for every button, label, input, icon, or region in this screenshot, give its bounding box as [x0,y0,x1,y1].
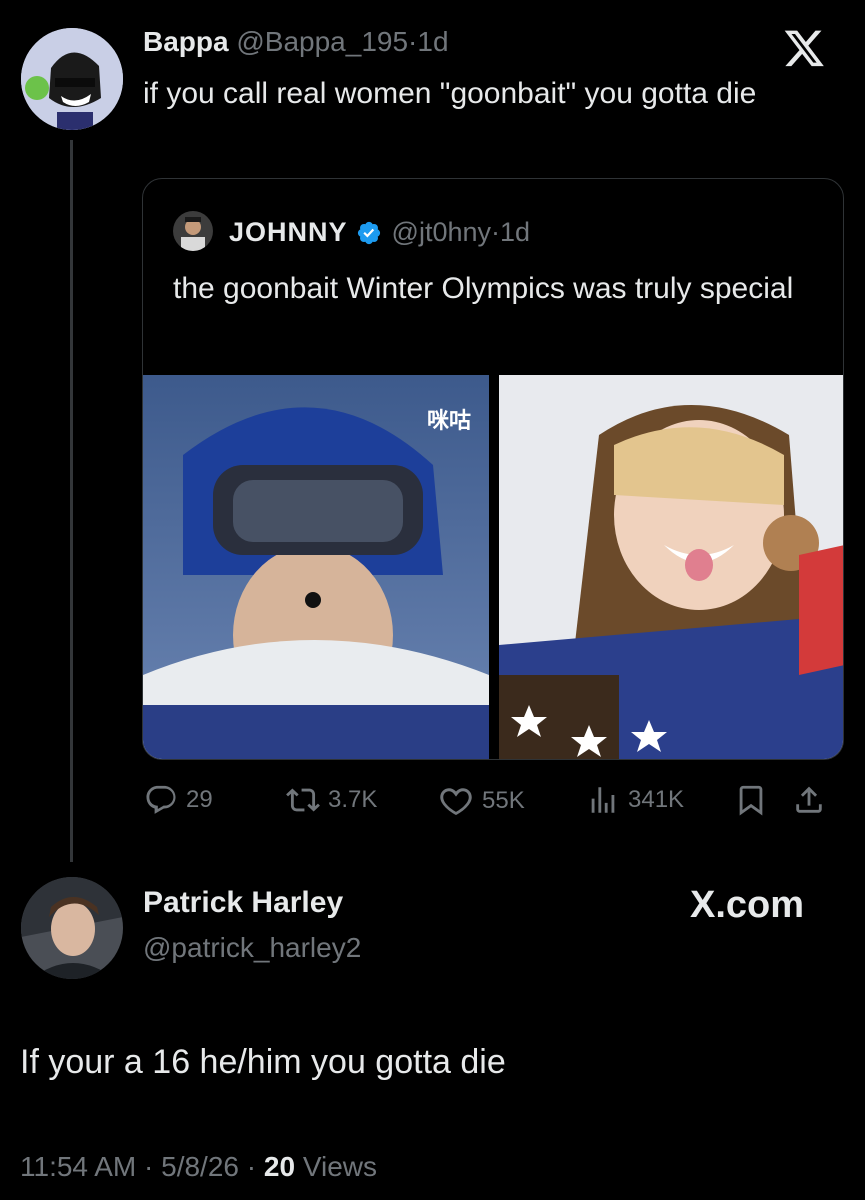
brand-watermark: X.com [690,884,804,927]
views-count: 341K [628,786,685,813]
quote-header-separator: · [491,217,500,247]
reply-views-count: 20 [263,1151,296,1182]
repost-count: 3.7K [328,786,378,813]
quote-image-medalist[interactable] [499,375,843,759]
reply-author-handle[interactable]: @patrick_harley2 [143,932,361,964]
bookmark-icon [739,785,763,816]
reply-views-label: Views [302,1151,377,1182]
reply-text: If your a 16 he/him you gotta die [20,1043,506,1081]
reply-action[interactable]: 29 [144,783,213,817]
meta-separator-2: · [246,1151,257,1182]
header-separator: · [408,26,418,57]
share-icon [796,786,822,813]
views-action[interactable]: 341K [586,783,684,817]
author-handle[interactable]: @Bappa_195 [236,26,408,57]
repost-action[interactable]: 3.7K [286,783,377,817]
brand-label: X.com [690,884,805,926]
image-watermark: 咪咕 [427,408,472,433]
quote-header: JOHNNY @jt0hny · 1d [229,217,530,248]
johnny-avatar[interactable] [173,211,213,251]
like-icon [440,788,472,816]
reply-author-name[interactable]: Patrick Harley [143,886,343,920]
like-action[interactable]: 55K [438,783,525,819]
meta-separator-1: · [144,1151,154,1182]
reply-icon [146,785,176,814]
reply-time[interactable]: 11:54 AM [20,1151,136,1182]
quote-author-handle[interactable]: @jt0hny [392,217,491,248]
reply-date[interactable]: 5/8/26 [161,1151,239,1182]
bookmark-action[interactable] [734,783,776,817]
repost-icon [286,788,320,812]
author-name[interactable]: Bappa [143,26,229,57]
tweet-text: if you call real women "goonbait" you go… [143,77,757,110]
quoted-tweet-card[interactable]: JOHNNY @jt0hny · 1d the goonbait Winter Ol… [142,178,844,760]
thread-connector-line [70,140,73,862]
tweet-header: Bappa @Bappa_195·1d [143,26,449,58]
views-icon [591,787,615,813]
bappa-avatar[interactable] [21,28,123,130]
x-logo-icon[interactable] [784,30,824,68]
patrick-avatar[interactable] [21,877,123,979]
reply-count: 29 [186,786,213,813]
share-action[interactable] [792,783,834,817]
quote-image-skier[interactable]: 咪咕 [143,375,489,759]
like-count: 55K [482,787,525,814]
tweet-time[interactable]: 1d [417,26,448,57]
reply-meta: 11:54 AM · 5/8/26 · 20 Views [20,1151,377,1183]
verified-badge-icon [356,220,382,246]
quote-time[interactable]: 1d [500,217,530,248]
quote-text: the goonbait Winter Olympics was truly s… [173,272,794,305]
quote-author-name[interactable]: JOHNNY [229,217,348,248]
